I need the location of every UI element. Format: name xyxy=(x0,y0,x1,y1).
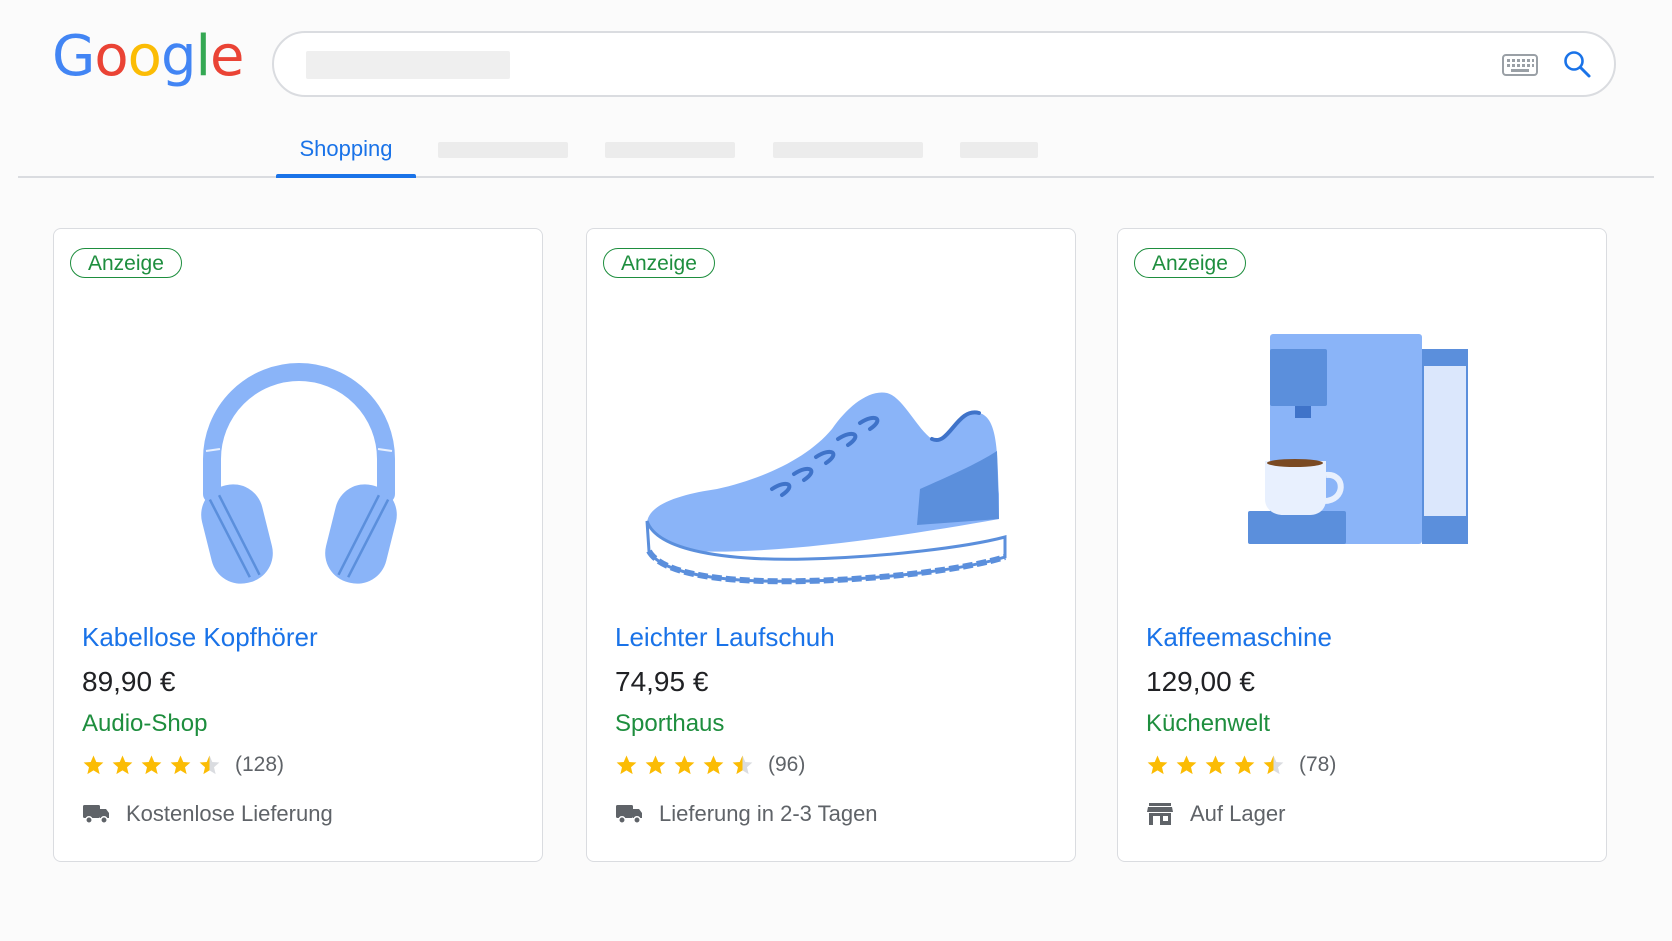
google-logo[interactable]: Google xyxy=(52,28,245,85)
star-icon xyxy=(674,754,695,774)
star-icon xyxy=(732,754,753,774)
ad-badge: Anzeige xyxy=(603,248,715,278)
delivery-info: Auf Lager xyxy=(1146,801,1285,827)
star-icon xyxy=(1263,754,1284,774)
product-title[interactable]: Leichter Laufschuh xyxy=(615,622,835,653)
headphones-icon xyxy=(201,363,397,584)
store-icon xyxy=(1147,803,1173,825)
delivery-info: Lieferung in 2-3 Tagen xyxy=(615,801,878,827)
product-card[interactable]: Anzeige Kabellose Kopfhörer 89,90 € Audi… xyxy=(53,228,543,862)
tab-placeholder[interactable] xyxy=(960,142,1038,158)
product-seller[interactable]: Sporthaus xyxy=(615,710,724,738)
tab-shopping[interactable]: Shopping xyxy=(276,128,416,173)
star-icon xyxy=(141,754,162,774)
product-title[interactable]: Kabellose Kopfhörer xyxy=(82,622,318,653)
star-icon xyxy=(112,754,133,774)
star-icon xyxy=(1147,754,1168,774)
star-icon xyxy=(1176,754,1197,774)
tab-placeholder[interactable] xyxy=(438,142,568,158)
ad-badge: Anzeige xyxy=(1134,248,1246,278)
tab-bar: Shopping xyxy=(18,120,1654,178)
delivery-text: Kostenlose Lieferung xyxy=(126,801,333,826)
product-price: 89,90 € xyxy=(82,666,176,697)
logo-letter: G xyxy=(52,24,95,89)
rating-count: (96) xyxy=(768,753,806,776)
logo-letter: e xyxy=(210,24,244,89)
delivery-info: Kostenlose Lieferung xyxy=(82,801,333,827)
keyboard-icon[interactable] xyxy=(1502,53,1538,77)
star-icon xyxy=(645,754,666,774)
star-rating xyxy=(1146,754,1285,777)
star-icon xyxy=(199,754,220,774)
logo-letter: g xyxy=(160,24,197,89)
product-title[interactable]: Kaffeemaschine xyxy=(1146,622,1332,653)
sneaker-icon xyxy=(645,392,1007,585)
star-icon xyxy=(1234,754,1255,774)
search-icon[interactable] xyxy=(1562,49,1592,79)
search-input[interactable] xyxy=(306,51,510,79)
logo-letter: o xyxy=(127,24,162,89)
product-card[interactable]: Anzeige Kaffeemaschine 129,00 € Küchenwe… xyxy=(1117,228,1607,862)
logo-letter: l xyxy=(195,24,211,89)
truck-icon xyxy=(83,805,109,824)
product-seller[interactable]: Küchenwelt xyxy=(1146,710,1270,738)
product-seller[interactable]: Audio-Shop xyxy=(82,710,207,738)
rating-count: (78) xyxy=(1299,753,1337,776)
product-price: 74,95 € xyxy=(615,666,709,697)
active-tab-indicator xyxy=(276,174,416,178)
star-rating xyxy=(615,754,754,777)
star-icon xyxy=(616,754,637,774)
search-bar[interactable] xyxy=(272,31,1616,97)
star-icon xyxy=(83,754,104,774)
delivery-text: Lieferung in 2-3 Tagen xyxy=(659,801,878,826)
star-icon xyxy=(703,754,724,774)
star-rating xyxy=(82,754,221,777)
tab-label: Shopping xyxy=(299,136,393,161)
delivery-text: Auf Lager xyxy=(1190,801,1286,826)
coffee-machine-icon xyxy=(1248,334,1468,544)
star-icon xyxy=(170,754,191,774)
tab-placeholder[interactable] xyxy=(773,142,923,158)
tab-placeholder[interactable] xyxy=(605,142,735,158)
logo-letter: o xyxy=(94,24,128,89)
product-card[interactable]: Anzeige Leichter Laufschuh 74,95 € Sport… xyxy=(586,228,1076,862)
rating-count: (128) xyxy=(235,753,285,776)
truck-icon xyxy=(616,805,642,824)
star-icon xyxy=(1205,754,1226,774)
product-rating: (78) xyxy=(1146,753,1336,777)
product-price: 129,00 € xyxy=(1146,666,1255,697)
product-rating: (96) xyxy=(615,753,805,777)
ad-badge: Anzeige xyxy=(70,248,182,278)
product-rating: (128) xyxy=(82,753,284,777)
